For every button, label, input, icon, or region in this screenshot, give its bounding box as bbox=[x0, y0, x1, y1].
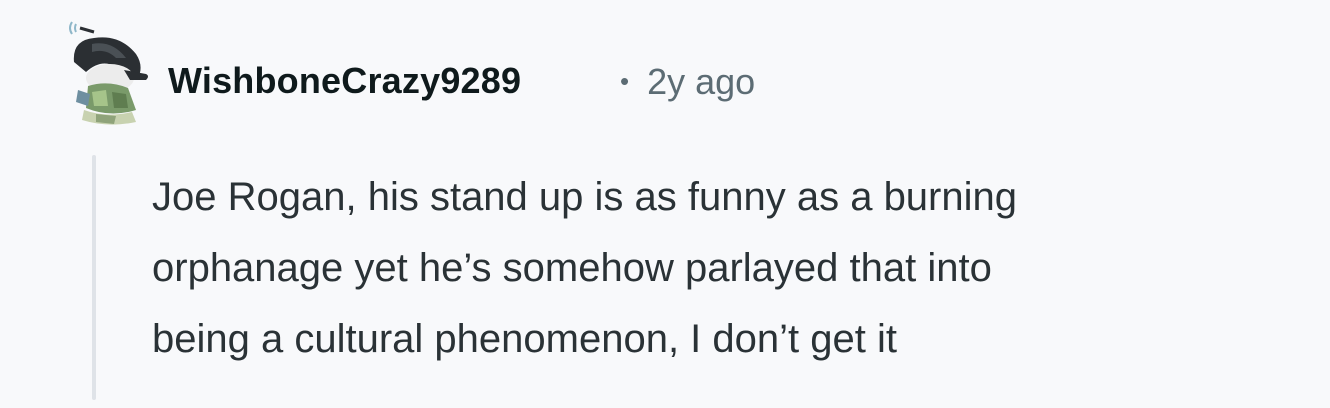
comment-body-line: Joe Rogan, his stand up is as funny as a… bbox=[152, 175, 1017, 219]
comment-body-line: orphanage yet he’s somehow parlayed that… bbox=[152, 246, 992, 290]
author-username[interactable]: WishboneCrazy9289 bbox=[168, 58, 521, 104]
snoo-avatar-icon bbox=[69, 21, 148, 125]
comment-timestamp[interactable]: 2y ago bbox=[647, 61, 755, 102]
comment-meta: • 2y ago bbox=[620, 58, 755, 105]
avatar[interactable] bbox=[66, 14, 158, 130]
comment-body-line: being a cultural phenomenon, I don’t get… bbox=[152, 317, 897, 361]
comment: WishboneCrazy9289 • 2y ago Joe Rogan, his… bbox=[0, 0, 1330, 408]
meta-separator: • bbox=[620, 66, 630, 96]
comment-body: Joe Rogan, his stand up is as funny as a… bbox=[152, 162, 1282, 375]
thread-line[interactable] bbox=[92, 155, 96, 400]
